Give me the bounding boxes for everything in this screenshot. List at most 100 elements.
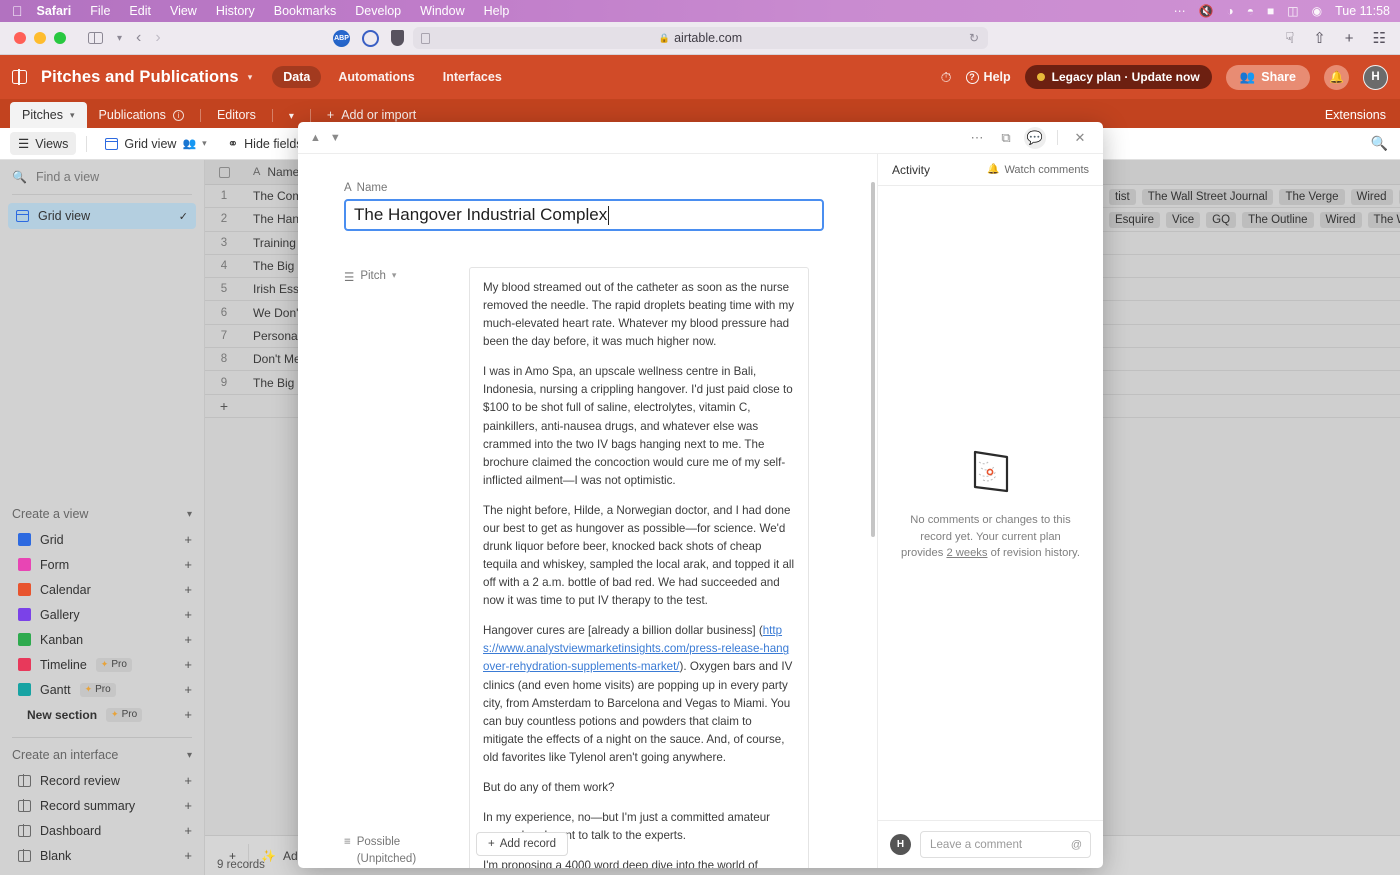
tab-automations[interactable]: Automations	[327, 66, 425, 88]
table-tab-editors[interactable]: Editors	[205, 102, 268, 128]
copy-record-link-icon[interactable]: ⧉	[995, 127, 1017, 149]
shield-icon[interactable]	[391, 30, 404, 46]
row-name-cell[interactable]: Personal	[243, 329, 300, 343]
apple-menu-icon[interactable]: 	[12, 4, 23, 18]
chevron-down-icon[interactable]: ▾	[202, 138, 207, 149]
row-name-cell[interactable]: Don't Me	[243, 352, 301, 366]
downloads-icon[interactable]: ☟	[1285, 29, 1294, 47]
control-center-icon[interactable]: ◫	[1287, 4, 1298, 18]
row-name-cell[interactable]: The Big S	[243, 259, 306, 273]
maximize-window-button[interactable]	[54, 32, 66, 44]
name-input[interactable]: The Hangover Industrial Complex	[344, 199, 824, 231]
menu-bookmarks[interactable]: Bookmarks	[274, 4, 337, 18]
possible-field-label-wrap[interactable]: ≡ Possible (Unpitched)	[344, 834, 416, 869]
user-avatar[interactable]: H	[1363, 64, 1388, 90]
create-new-section[interactable]: New section ✦ Pro +	[0, 702, 204, 727]
create-interface-record-review[interactable]: Record review +	[0, 768, 204, 793]
menu-history[interactable]: History	[216, 4, 255, 18]
search-icon[interactable]: 🔍	[1371, 135, 1388, 152]
ellipsis-icon[interactable]: ⋯	[1174, 4, 1186, 18]
privacy-extension-icon[interactable]	[362, 29, 379, 47]
reload-icon[interactable]: ↻	[969, 31, 979, 45]
create-view-timeline[interactable]: Timeline ✦ Pro +	[0, 652, 204, 677]
chip[interactable]: GQ	[1206, 211, 1237, 228]
row-name-cell[interactable]: The Han	[243, 212, 299, 226]
create-view-calendar[interactable]: Calendar +	[0, 577, 204, 602]
base-menu-chevron-down-icon[interactable]: ▾	[248, 72, 253, 83]
create-view-kanban[interactable]: Kanban +	[0, 627, 204, 652]
plan-upgrade-pill[interactable]: Legacy plan · Update now	[1024, 65, 1212, 89]
reader-view-icon[interactable]	[421, 32, 430, 44]
forward-button[interactable]: ›	[155, 29, 160, 47]
chevron-down-icon[interactable]: ▾	[392, 270, 397, 281]
add-record-button[interactable]: + Add record	[476, 832, 568, 856]
wifi-icon[interactable]: ◓	[1247, 4, 1254, 18]
minimize-window-button[interactable]	[34, 32, 46, 44]
chip[interactable]: Wired	[1350, 188, 1393, 205]
record-pane-scrollbar[interactable]	[871, 182, 875, 537]
share-button[interactable]: 👥 Share	[1225, 64, 1310, 90]
watch-comments-button[interactable]: 🔔 Watch comments	[987, 164, 1089, 176]
create-interface-dashboard[interactable]: Dashboard +	[0, 818, 204, 843]
menu-edit[interactable]: Edit	[129, 4, 151, 18]
menu-window[interactable]: Window	[420, 4, 464, 18]
plus-icon[interactable]: +	[184, 773, 192, 788]
row-name-cell[interactable]: Irish Essa	[243, 282, 306, 296]
tab-overview-icon[interactable]: ☷	[1373, 29, 1386, 47]
plus-icon[interactable]: +	[184, 823, 192, 838]
plus-icon[interactable]: +	[184, 657, 192, 672]
plus-icon[interactable]: +	[184, 848, 192, 863]
base-sidebar-toggle-icon[interactable]	[12, 69, 27, 85]
menu-safari[interactable]: Safari	[37, 4, 72, 18]
create-view-gallery[interactable]: Gallery +	[0, 602, 204, 627]
create-view-form[interactable]: Form +	[0, 552, 204, 577]
plus-icon[interactable]: +	[184, 798, 192, 813]
menu-develop[interactable]: Develop	[355, 4, 401, 18]
new-tab-icon[interactable]: +	[1345, 30, 1354, 47]
safari-extension-buttons[interactable]: ABP	[333, 29, 404, 47]
chevron-down-icon[interactable]: ▾	[117, 33, 122, 44]
window-traffic-lights[interactable]	[14, 32, 66, 44]
plus-icon[interactable]: +	[184, 532, 192, 547]
plus-icon[interactable]: +	[184, 682, 192, 697]
close-icon[interactable]: ✕	[1069, 127, 1091, 149]
chevron-down-icon[interactable]: ▾	[187, 750, 192, 761]
chip[interactable]: Wired	[1319, 211, 1362, 228]
hide-fields-button[interactable]: ⚭ Hide fields	[220, 132, 311, 155]
share-icon[interactable]: ⇧	[1313, 29, 1326, 47]
extensions-button[interactable]: Extensions	[1311, 102, 1400, 128]
sidebar-toggle-icon[interactable]	[88, 31, 103, 45]
create-interface-record-summary[interactable]: Record summary +	[0, 793, 204, 818]
plus-icon[interactable]: +	[184, 582, 192, 597]
history-clock-icon[interactable]: ⏱	[941, 69, 952, 86]
close-window-button[interactable]	[14, 32, 26, 44]
chip[interactable]: The Outline	[1242, 211, 1314, 228]
plus-icon[interactable]: +	[184, 607, 192, 622]
previous-record-chevron-up-icon[interactable]: ▲	[310, 132, 321, 144]
chip[interactable]: The Wall Street Journal (	[1367, 211, 1400, 228]
plus-icon[interactable]: +	[184, 557, 192, 572]
pitch-field-label-wrap[interactable]: ☰ Pitch ▾	[344, 267, 469, 868]
tab-interfaces[interactable]: Interfaces	[432, 66, 513, 88]
plus-icon[interactable]: +	[184, 632, 192, 647]
sidebar-item-grid-view[interactable]: Grid view ✓	[8, 203, 196, 229]
next-record-chevron-down-icon[interactable]: ▼	[330, 132, 341, 144]
table-tab-publications[interactable]: Publications i	[87, 102, 196, 128]
chip[interactable]: The Wall Street Journal	[1141, 188, 1274, 205]
mute-icon[interactable]: 🔇	[1199, 4, 1214, 18]
create-a-view-header[interactable]: Create a view ▾	[0, 497, 204, 527]
mention-icon[interactable]: @	[1071, 839, 1082, 851]
create-interface-blank[interactable]: Blank +	[0, 843, 204, 875]
chip[interactable]: The Verge	[1279, 188, 1345, 205]
address-bar[interactable]: 🔒 airtable.com ↻	[413, 27, 988, 49]
notifications-bell-icon[interactable]: 🔔	[1324, 64, 1349, 90]
select-all-checkbox[interactable]	[205, 166, 243, 178]
adblock-plus-icon[interactable]: ABP	[333, 29, 350, 47]
views-button[interactable]: ☰ Views	[10, 132, 77, 155]
help-button[interactable]: ? Help	[965, 70, 1011, 84]
chevron-down-icon[interactable]: ▾	[70, 110, 75, 121]
create-view-gantt[interactable]: Gantt ✦ Pro +	[0, 677, 204, 702]
plus-icon[interactable]: +	[184, 707, 192, 722]
row-name-cell[interactable]: The Com	[243, 189, 302, 203]
row-name-cell[interactable]: We Don'	[243, 306, 298, 320]
